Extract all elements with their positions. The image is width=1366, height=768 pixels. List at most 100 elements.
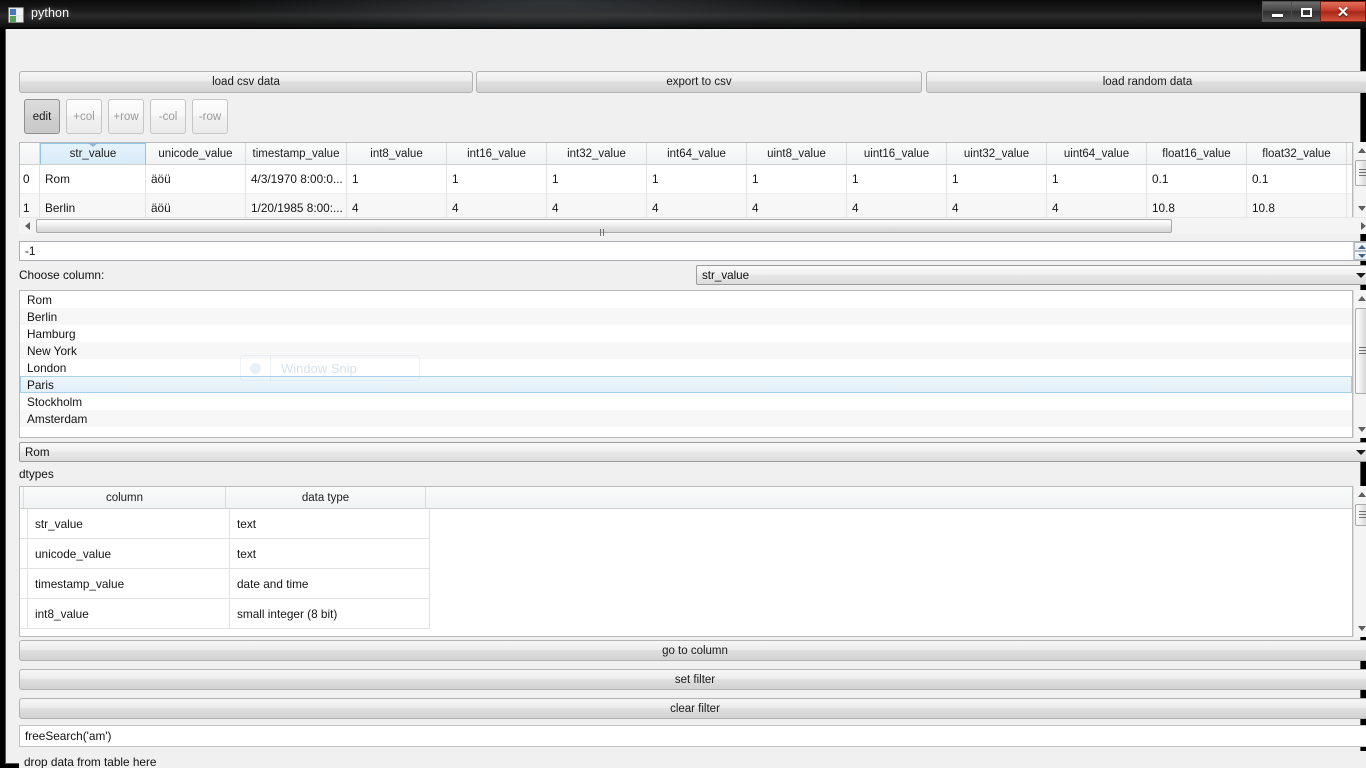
table-corner-header[interactable] [20, 143, 40, 165]
list-scroll-up-arrow-icon[interactable] [1354, 290, 1366, 307]
column-header-timestamp_value[interactable]: timestamp_value [246, 143, 347, 165]
dtypes-column-name[interactable]: unicode_value [28, 539, 230, 569]
maximize-button[interactable] [1291, 1, 1320, 22]
dtypes-header-column[interactable]: column [24, 487, 226, 509]
drop-data-area[interactable]: drop data from table here [19, 751, 1366, 768]
spinbox-value[interactable]: -1 [20, 244, 1366, 258]
column-header-int8_value[interactable]: int8_value [347, 143, 447, 165]
dtypes-column-name[interactable]: timestamp_value [28, 569, 230, 599]
load-random-data-button[interactable]: load random data [926, 71, 1366, 93]
column-header-int64_value[interactable]: int64_value [647, 143, 747, 165]
dtypes-scroll-down-arrow-icon[interactable] [1354, 620, 1366, 637]
column-header-int32_value[interactable]: int32_value [547, 143, 647, 165]
table-cell[interactable]: 1 [847, 165, 947, 194]
set-filter-button[interactable]: set filter [19, 669, 1366, 690]
dtypes-body[interactable]: str_value text unicode_value text timestamp_… [20, 509, 1352, 629]
spinbox-up-button[interactable] [1354, 242, 1366, 251]
remove-row-button[interactable]: -row [192, 99, 228, 134]
table-header-row[interactable]: str_value unicode_value timestamp_value int… [20, 143, 1352, 165]
scroll-up-arrow-icon[interactable] [1354, 142, 1366, 159]
dtypes-header-blank[interactable] [426, 487, 1352, 509]
dtypes-data-type[interactable]: text [230, 509, 430, 539]
dtypes-vertical-scrollbar[interactable] [1353, 486, 1366, 637]
value-chevron-down-icon[interactable] [1352, 449, 1366, 455]
list-item[interactable]: Berlin [20, 308, 1352, 325]
list-scrollbar-thumb[interactable] [1355, 308, 1366, 394]
table-cell[interactable]: 1 [347, 165, 447, 194]
choose-column-combobox[interactable]: str_value [696, 265, 1366, 285]
table-cell[interactable]: 1 [947, 165, 1047, 194]
list-item[interactable]: Amsterdam [20, 410, 1352, 427]
dtypes-data-type[interactable]: text [230, 539, 430, 569]
minimize-button[interactable] [1262, 1, 1291, 22]
close-button[interactable]: ✕ [1320, 1, 1366, 22]
dtypes-column-name[interactable]: int8_value [28, 599, 230, 629]
table-cell[interactable]: 4/3/1970 8:00:0... [246, 165, 347, 194]
column-header-uint32_value[interactable]: uint32_value [947, 143, 1047, 165]
table-vertical-scrollbar[interactable] [1353, 142, 1366, 217]
value-list-body[interactable]: Rom Berlin Hamburg New York London Paris Stock… [20, 291, 1352, 427]
title-bar[interactable]: python ✕ [0, 0, 1366, 29]
scroll-right-arrow-icon[interactable] [1355, 218, 1366, 234]
column-header-uint8_value[interactable]: uint8_value [747, 143, 847, 165]
hscrollbar-thumb[interactable] [36, 219, 1172, 254]
table-horizontal-scrollbar[interactable] [19, 217, 1366, 254]
export-to-csv-button[interactable]: export to csv [476, 71, 922, 93]
table-row[interactable]: 0Romäöü4/3/1970 8:00:0...111111110.10.10… [20, 165, 1352, 194]
go-to-column-button[interactable]: go to column [19, 640, 1366, 661]
dtypes-header-data-type[interactable]: data type [226, 487, 426, 509]
value-list[interactable]: Rom Berlin Hamburg New York London Paris Stock… [19, 290, 1353, 438]
list-vertical-scrollbar[interactable] [1353, 290, 1366, 438]
column-header-uint16_value[interactable]: uint16_value [847, 143, 947, 165]
table-cell[interactable]: 1 [547, 165, 647, 194]
table-cell[interactable]: 1 [747, 165, 847, 194]
table-cell[interactable]: äöü [146, 165, 246, 194]
row-index[interactable]: 0 [20, 165, 40, 194]
edit-button[interactable]: edit [24, 99, 60, 134]
add-column-button[interactable]: +col [66, 99, 102, 134]
filter-input[interactable]: freeSearch('am') [19, 725, 1366, 747]
scrollbar-thumb[interactable] [1355, 160, 1366, 186]
list-item[interactable]: Rom [20, 291, 1352, 308]
list-item[interactable]: New York [20, 342, 1352, 359]
dtypes-row[interactable]: int8_value small integer (8 bit) [20, 599, 1352, 629]
table-cell[interactable]: 0.1 [1147, 165, 1247, 194]
load-csv-data-button[interactable]: load csv data [19, 71, 473, 93]
chevron-down-icon[interactable] [1352, 272, 1366, 278]
spinbox-buttons[interactable] [1353, 242, 1366, 260]
column-header-unicode_value[interactable]: unicode_value [146, 143, 246, 165]
column-header-uint64_value[interactable]: uint64_value [1047, 143, 1147, 165]
list-item[interactable]: Stockholm [20, 393, 1352, 410]
dtypes-row[interactable]: str_value text [20, 509, 1352, 539]
column-header-float32_value[interactable]: float32_value [1247, 143, 1347, 165]
remove-column-button[interactable]: -col [150, 99, 186, 134]
scroll-down-arrow-icon[interactable] [1354, 200, 1366, 217]
dtypes-header-row[interactable]: column data type [20, 487, 1352, 509]
dtypes-column-name[interactable]: str_value [28, 509, 230, 539]
value-combobox[interactable]: Rom [19, 442, 1366, 462]
dtypes-scroll-up-arrow-icon[interactable] [1354, 486, 1366, 503]
table-cell[interactable]: 1 [647, 165, 747, 194]
scroll-left-arrow-icon[interactable] [19, 218, 35, 234]
table-cell[interactable]: 1 [1047, 165, 1147, 194]
column-header-float16_value[interactable]: float16_value [1147, 143, 1247, 165]
dtypes-row[interactable]: timestamp_value date and time [20, 569, 1352, 599]
dtypes-row[interactable]: unicode_value text [20, 539, 1352, 569]
table-cell[interactable]: 1 [447, 165, 547, 194]
data-table[interactable]: str_value unicode_value timestamp_value int… [19, 142, 1353, 229]
table-cell[interactable]: Rom [40, 165, 146, 194]
clear-filter-button[interactable]: clear filter [19, 698, 1366, 719]
dtypes-scrollbar-thumb[interactable] [1355, 504, 1366, 526]
row-index-spinbox[interactable]: -1 [19, 241, 1366, 261]
dtypes-data-type[interactable]: date and time [230, 569, 430, 599]
list-item[interactable]: London [20, 359, 1352, 376]
add-row-button[interactable]: +row [108, 99, 144, 134]
column-header-int16_value[interactable]: int16_value [447, 143, 547, 165]
spinbox-down-button[interactable] [1354, 251, 1366, 260]
list-item[interactable]: Paris [20, 376, 1352, 393]
column-header-str_value[interactable]: str_value [40, 143, 146, 165]
list-scroll-down-arrow-icon[interactable] [1354, 421, 1366, 438]
dtypes-table[interactable]: column data type str_value text unicode_val… [19, 486, 1353, 637]
table-body[interactable]: 0Romäöü4/3/1970 8:00:0...111111110.10.10… [20, 165, 1352, 223]
list-item[interactable]: Hamburg [20, 325, 1352, 342]
